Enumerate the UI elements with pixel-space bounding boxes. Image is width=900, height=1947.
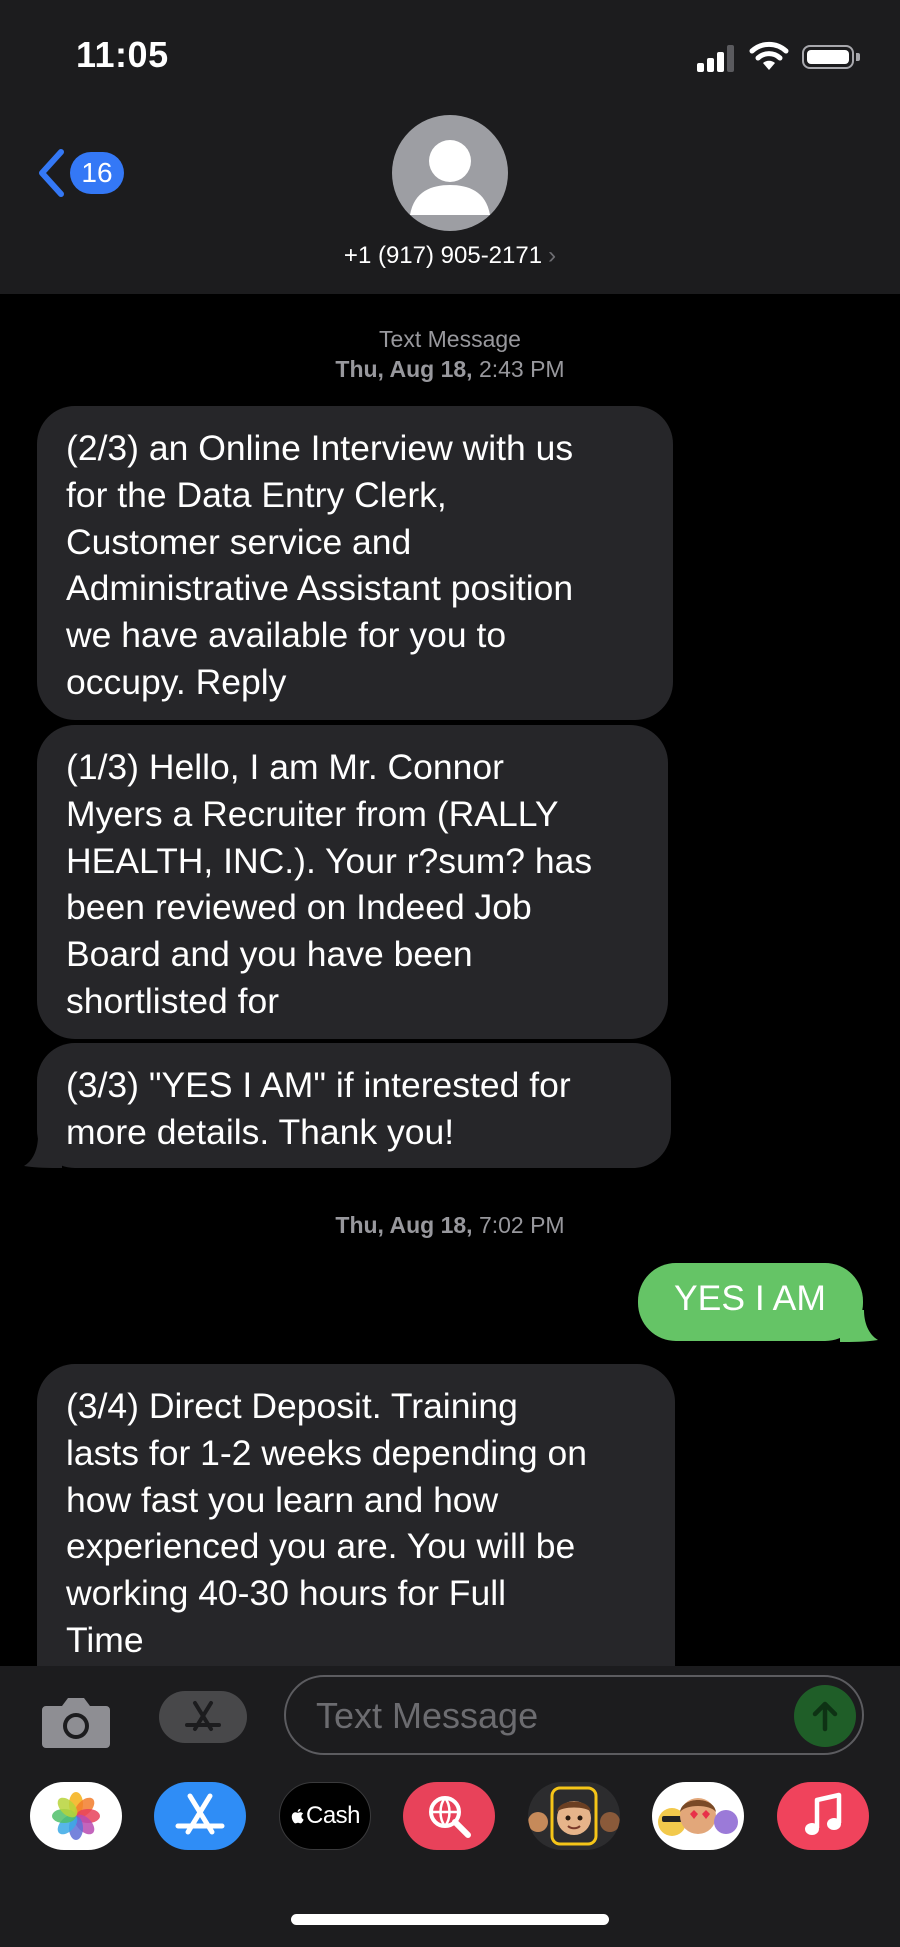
timestamp: Thu, Aug 18, 2:43 PM xyxy=(335,356,565,382)
camera-button[interactable] xyxy=(40,1692,112,1750)
app-store-icon xyxy=(175,1793,225,1835)
cellular-signal-icon xyxy=(697,44,737,72)
person-icon xyxy=(410,140,490,215)
message-bubble-received[interactable]: (1/3) Hello, I am Mr. Connor Myers a Rec… xyxy=(37,725,668,1039)
message-bubble-received[interactable]: (3/3) "YES I AM" if interested for more … xyxy=(37,1043,671,1168)
chevron-right-icon: › xyxy=(548,242,557,269)
memoji-stickers-icon xyxy=(658,1798,738,1836)
photos-icon xyxy=(52,1792,100,1840)
battery-icon xyxy=(802,45,860,69)
compose-bar xyxy=(0,1666,900,1766)
contact-phone-number: +1 (917) 905-2171 xyxy=(343,242,543,269)
web-search-icon xyxy=(429,1796,471,1838)
apple-cash-label: Cash xyxy=(305,1802,361,1829)
apple-cash-app[interactable]: Cash xyxy=(279,1782,371,1850)
contact-avatar[interactable] xyxy=(392,115,508,231)
status-time: 11:05 xyxy=(76,34,169,75)
home-indicator[interactable] xyxy=(291,1914,609,1925)
message-bubble-received[interactable]: (2/3) an Online Interview with us for th… xyxy=(37,406,673,720)
app-store-button[interactable] xyxy=(159,1691,247,1743)
app-store-icon xyxy=(185,1701,221,1731)
timestamp-header: Text Message Thu, Aug 18, 2:43 PM xyxy=(0,324,900,384)
app-store-app[interactable] xyxy=(154,1782,246,1850)
music-app[interactable] xyxy=(777,1782,869,1850)
message-input[interactable] xyxy=(284,1675,864,1755)
service-label: Text Message xyxy=(379,326,521,352)
music-note-icon xyxy=(805,1792,842,1835)
arrow-up-icon xyxy=(812,1701,838,1732)
timestamp: Thu, Aug 18, 7:02 PM xyxy=(335,1212,565,1238)
contact-name[interactable]: +1 (917) 905-2171 › xyxy=(0,242,900,270)
apple-logo-icon xyxy=(291,1808,304,1824)
memoji-icon xyxy=(528,1786,620,1846)
bubble-tail-received xyxy=(24,1136,62,1168)
chevron-left-icon xyxy=(39,149,64,197)
wifi-icon xyxy=(749,41,789,70)
message-bubble-sent[interactable]: YES I AM xyxy=(638,1263,863,1341)
camera-icon xyxy=(42,1698,110,1748)
back-button[interactable]: 16 xyxy=(36,148,124,198)
send-button[interactable] xyxy=(794,1685,856,1747)
message-bubble-received[interactable]: (3/4) Direct Deposit. Training lasts for… xyxy=(37,1364,675,1666)
memoji-app[interactable] xyxy=(528,1782,620,1850)
photos-app[interactable] xyxy=(30,1782,122,1850)
conversation-header: 11:05 16 +1 (917) 905-2171 › xyxy=(0,0,900,294)
unread-count-badge: 16 xyxy=(70,152,124,194)
message-text-field[interactable] xyxy=(314,1677,778,1755)
web-search-app[interactable] xyxy=(403,1782,495,1850)
bubble-tail-sent xyxy=(840,1310,878,1342)
memoji-stickers-app[interactable] xyxy=(652,1782,744,1850)
